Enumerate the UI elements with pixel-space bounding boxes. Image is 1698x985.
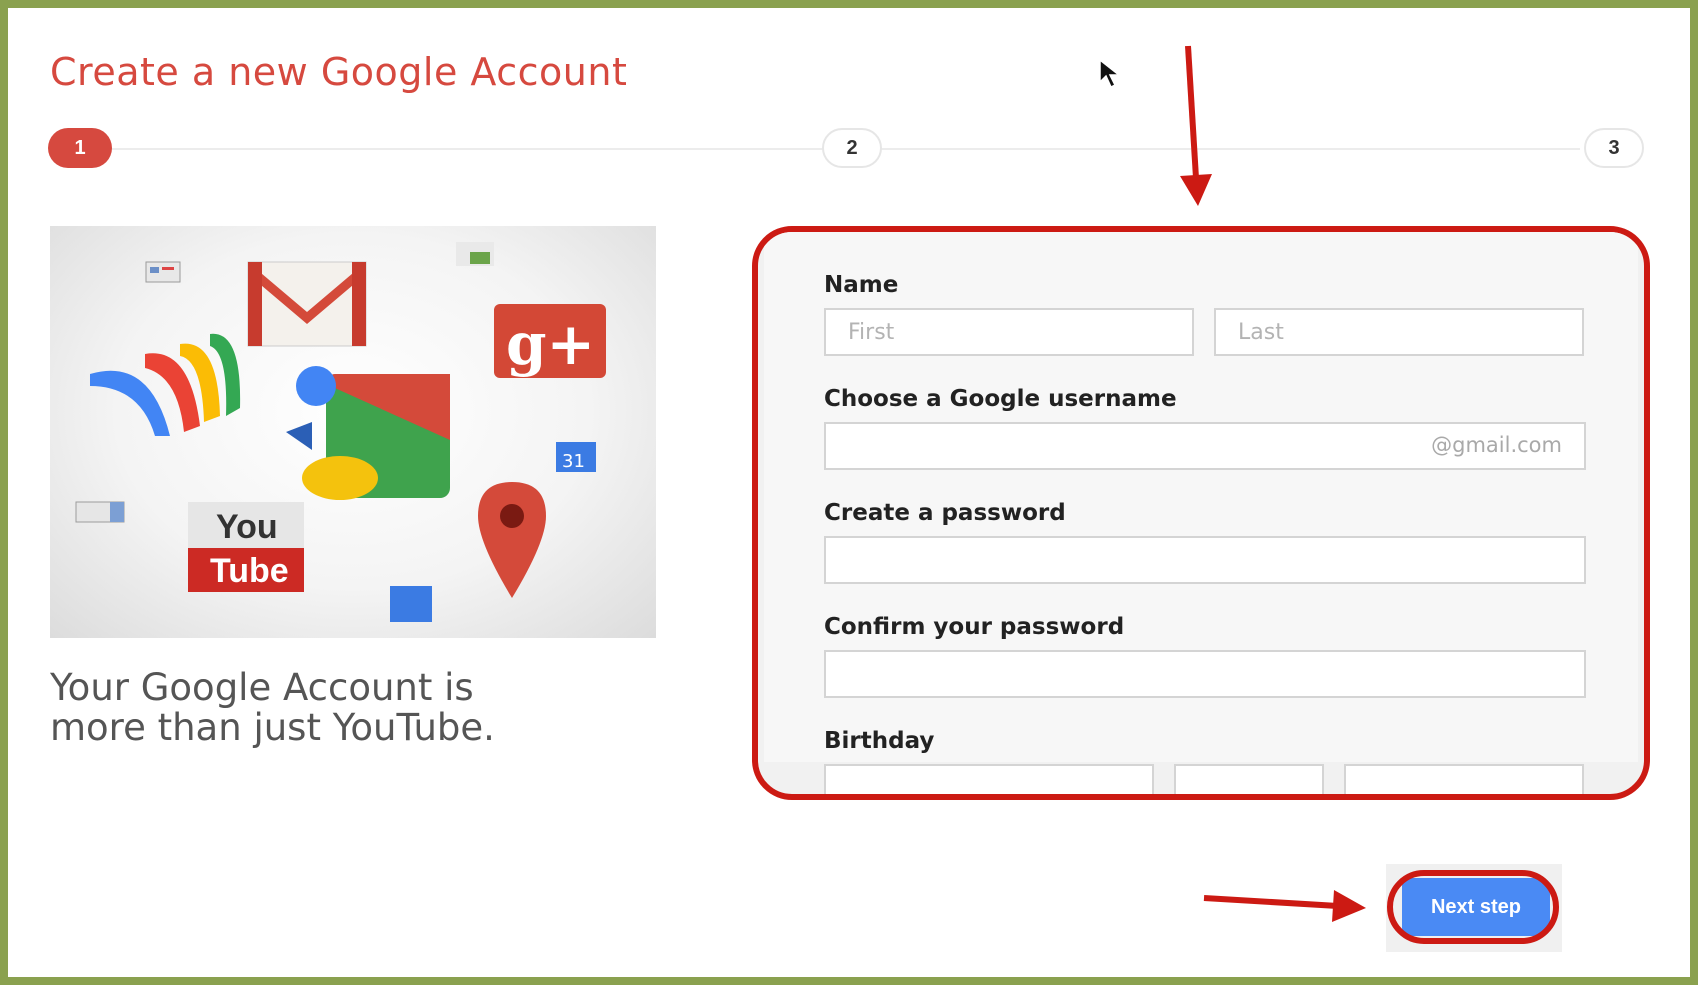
- promo-text: Your Google Account is more than just Yo…: [50, 668, 610, 748]
- birthday-month-select[interactable]: [824, 764, 1154, 794]
- play-store-icon: [456, 242, 494, 266]
- last-name-placeholder: Last: [1238, 319, 1284, 345]
- step-3-indicator: 3: [1584, 128, 1644, 168]
- maps-pin-icon: [478, 482, 546, 598]
- birthday-day-input[interactable]: [1174, 764, 1324, 794]
- step-2-indicator: 2: [822, 128, 882, 168]
- progress-line: [110, 148, 830, 150]
- birthday-label: Birthday: [824, 728, 935, 754]
- name-label: Name: [824, 272, 899, 298]
- birthday-year-input[interactable]: [1344, 764, 1584, 794]
- youtube-icon: You Tube: [188, 502, 304, 592]
- svg-text:31: 31: [562, 451, 585, 472]
- gmail-icon: [247, 261, 367, 347]
- svg-text:g+: g+: [506, 310, 595, 378]
- step-1-indicator: 1: [48, 128, 112, 168]
- form-panel: Name First Last Choose a Google username…: [764, 232, 1638, 794]
- last-name-input[interactable]: Last: [1214, 308, 1584, 356]
- signup-form: Name First Last Choose a Google username…: [752, 226, 1650, 800]
- password-label: Create a password: [824, 500, 1066, 526]
- google-products-image: g+ 31 You Tube: [50, 226, 656, 638]
- annotation-circle: [1387, 870, 1559, 944]
- svg-text:You: You: [216, 508, 278, 546]
- docs-small-icon: [145, 261, 181, 283]
- progress-line: [880, 148, 1580, 150]
- promo-line-1: Your Google Account is: [50, 666, 474, 709]
- confirm-password-label: Confirm your password: [824, 614, 1125, 640]
- mouse-cursor-icon: [1099, 58, 1122, 89]
- username-input[interactable]: @gmail.com: [824, 422, 1586, 470]
- calendar-icon: 31: [556, 442, 596, 472]
- confirm-password-input[interactable]: [824, 650, 1586, 698]
- gmail-suffix: @gmail.com: [1431, 433, 1562, 457]
- first-name-input[interactable]: First: [824, 308, 1194, 356]
- google-search-icon: [286, 366, 450, 500]
- notebook-icon: [75, 501, 125, 523]
- promo-line-2: more than just YouTube.: [50, 706, 495, 749]
- first-name-placeholder: First: [848, 319, 895, 345]
- google-plus-icon: g+: [494, 304, 606, 378]
- google-wallet-icon: [90, 333, 241, 436]
- drive-doc-icon: [390, 586, 432, 622]
- password-input[interactable]: [824, 536, 1586, 584]
- page-title: Create a new Google Account: [50, 50, 628, 94]
- svg-text:Tube: Tube: [210, 552, 289, 590]
- username-label: Choose a Google username: [824, 386, 1177, 412]
